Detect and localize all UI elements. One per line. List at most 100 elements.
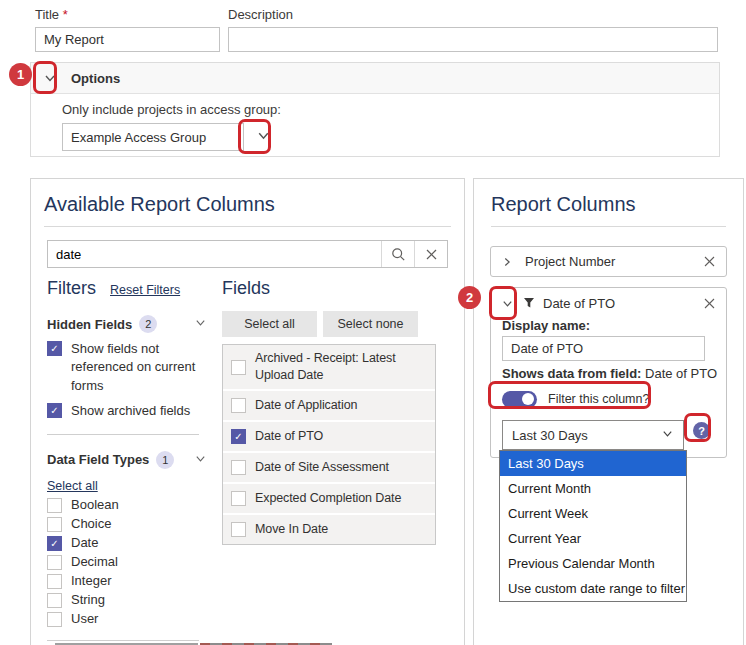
checkbox-icon[interactable] <box>47 517 62 532</box>
display-name-input[interactable] <box>502 336 705 361</box>
reset-filters-link[interactable]: Reset Filters <box>110 283 180 297</box>
chevron-down-icon[interactable] <box>194 451 207 469</box>
type-checkbox-boolean[interactable]: Boolean <box>47 497 207 513</box>
search-button[interactable] <box>381 241 414 267</box>
field-row[interactable]: Expected Completion Date <box>223 482 435 513</box>
chevron-right-icon[interactable] <box>501 256 513 268</box>
report-column-project-number[interactable]: Project Number <box>490 246 727 277</box>
search-input[interactable] <box>48 241 381 267</box>
checkbox-label: User <box>71 611 98 626</box>
field-search <box>47 240 448 268</box>
data-field-types-label: Data Field Types <box>47 452 149 467</box>
dropdown-option[interactable]: Use custom date range to filter <box>500 576 686 601</box>
checkbox-label: Show fields not referenced on current fo… <box>71 340 199 395</box>
field-label: Expected Completion Date <box>255 490 401 507</box>
date-range-select[interactable]: Last 30 Days <box>502 420 684 450</box>
filters-title: Filters <box>47 278 96 299</box>
column-name: Project Number <box>525 254 615 269</box>
annotation-step-1-badge: 1 <box>9 63 32 86</box>
dropdown-option[interactable]: Current Month <box>500 476 686 501</box>
checkbox-checked-icon[interactable]: ✓ <box>47 403 62 418</box>
field-label: Date of PTO <box>255 428 323 445</box>
field-row[interactable]: Date of Site Assessment <box>223 451 435 482</box>
type-checkbox-string[interactable]: String <box>47 592 207 608</box>
hidden-fields-group-header[interactable]: Hidden Fields 2 <box>47 315 207 333</box>
checkbox-icon[interactable] <box>231 360 246 375</box>
type-checkbox-choice[interactable]: Choice <box>47 516 207 532</box>
title-label: Title * <box>35 7 220 22</box>
select-all-types-link[interactable]: Select all <box>47 479 98 493</box>
available-report-columns-panel: Available Report Columns Filters Reset F… <box>30 178 465 645</box>
filter-column-toggle[interactable] <box>502 391 537 408</box>
date-range-dropdown: Last 30 Days Current Month Current Week … <box>499 450 687 602</box>
column-card-header[interactable]: Date of PTO <box>491 288 726 318</box>
filter-column-toggle-label: Filter this column? <box>548 392 649 406</box>
field-row[interactable]: Archived - Receipt: Latest Upload Date <box>223 345 435 389</box>
report-column-date-of-pto: Date of PTO Display name: Shows data fro… <box>490 287 727 458</box>
type-checkbox-date[interactable]: ✓Date <box>47 535 207 551</box>
chevron-down-icon[interactable] <box>501 297 514 310</box>
close-icon <box>425 248 438 261</box>
checkbox-icon[interactable] <box>47 555 62 570</box>
select-all-button[interactable]: Select all <box>222 311 317 337</box>
toggle-knob <box>522 393 534 405</box>
checkbox-label: Boolean <box>71 497 119 512</box>
fields-title: Fields <box>222 278 437 299</box>
options-header[interactable]: Options <box>31 63 719 94</box>
filter-checkbox-item[interactable]: ✓ Show fields not referenced on current … <box>47 340 207 395</box>
checkbox-checked-icon[interactable]: ✓ <box>47 341 62 356</box>
dropdown-option[interactable]: Current Week <box>500 501 686 526</box>
access-group-select[interactable]: Example Access Group <box>62 123 244 151</box>
remove-column-button[interactable] <box>703 297 716 310</box>
hidden-fields-label: Hidden Fields <box>47 317 132 332</box>
checkbox-label: Choice <box>71 516 111 531</box>
filter-checkbox-item[interactable]: ✓ Show archived fields <box>47 402 207 420</box>
checkbox-checked-icon[interactable]: ✓ <box>231 429 246 444</box>
title-input[interactable] <box>35 27 220 52</box>
remove-column-button[interactable] <box>703 255 716 268</box>
checkbox-icon[interactable] <box>231 398 246 413</box>
data-field-types-count-badge: 1 <box>156 451 174 469</box>
report-columns-panel: Report Columns Project Number Date of PT… <box>473 178 744 645</box>
description-field: Description <box>228 7 718 52</box>
field-label: Date of Site Assessment <box>255 459 389 476</box>
options-section: Options Only include projects in access … <box>30 62 720 157</box>
checkbox-label: Decimal <box>71 554 118 569</box>
column-name: Date of PTO <box>543 296 615 311</box>
dropdown-option[interactable]: Current Year <box>500 526 686 551</box>
checkbox-icon[interactable] <box>47 612 62 627</box>
help-icon[interactable]: ? <box>693 422 710 439</box>
checkbox-icon[interactable] <box>47 593 62 608</box>
date-range-value: Last 30 Days <box>512 428 588 443</box>
clear-search-button[interactable] <box>414 241 447 267</box>
data-field-types-group-header[interactable]: Data Field Types 1 <box>47 451 207 469</box>
source-field-value: Date of PTO <box>645 366 717 381</box>
checkbox-icon[interactable] <box>47 498 62 513</box>
checkbox-label: Integer <box>71 573 111 588</box>
chevron-down-icon <box>661 427 674 443</box>
field-row[interactable]: Move In Date <box>223 513 435 544</box>
type-checkbox-integer[interactable]: Integer <box>47 573 207 589</box>
source-field-label: Shows data from field: <box>502 366 641 381</box>
field-label: Date of Application <box>255 397 357 414</box>
checkbox-icon[interactable] <box>231 491 246 506</box>
access-group-label: Only include projects in access group: <box>62 102 719 117</box>
chevron-down-icon[interactable] <box>43 71 57 85</box>
checkbox-checked-icon[interactable]: ✓ <box>47 536 62 551</box>
close-icon <box>703 297 716 310</box>
dropdown-option[interactable]: Last 30 Days <box>500 451 686 476</box>
checkbox-icon[interactable] <box>231 522 246 537</box>
description-input[interactable] <box>228 27 718 52</box>
select-none-button[interactable]: Select none <box>323 311 418 337</box>
dropdown-option[interactable]: Previous Calendar Month <box>500 551 686 576</box>
hidden-fields-count-badge: 2 <box>139 315 157 333</box>
type-checkbox-decimal[interactable]: Decimal <box>47 554 207 570</box>
report-columns-title: Report Columns <box>491 193 726 216</box>
checkbox-icon[interactable] <box>47 574 62 589</box>
field-row[interactable]: ✓ Date of PTO <box>223 420 435 451</box>
checkbox-icon[interactable] <box>231 460 246 475</box>
type-checkbox-user[interactable]: User <box>47 611 207 627</box>
chevron-down-icon[interactable] <box>194 315 207 333</box>
field-row[interactable]: Date of Application <box>223 389 435 420</box>
chevron-down-icon[interactable] <box>256 128 271 147</box>
